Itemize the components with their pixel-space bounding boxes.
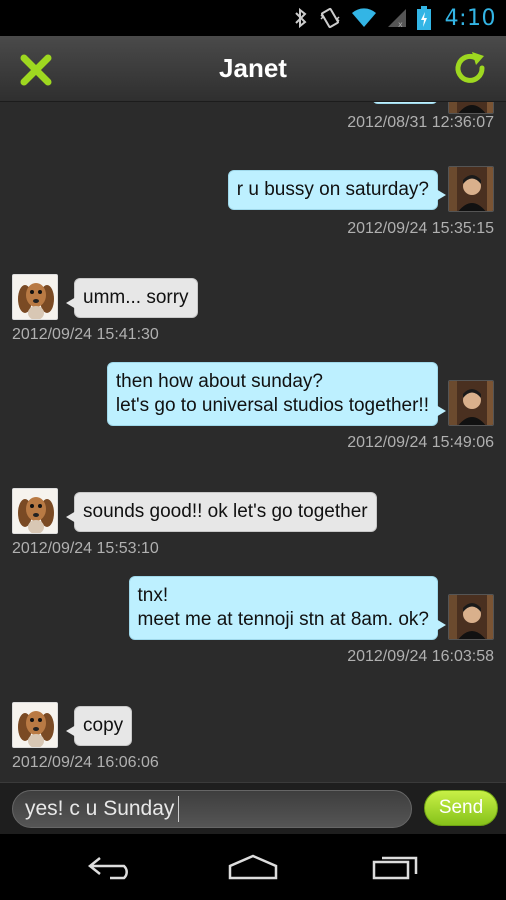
avatar xyxy=(448,380,494,426)
wifi-icon xyxy=(351,6,377,30)
message-timestamp: 2012/09/24 16:03:58 xyxy=(347,648,494,665)
system-nav-bar xyxy=(0,834,506,900)
send-button[interactable]: Send xyxy=(424,790,498,826)
refresh-icon[interactable] xyxy=(452,50,490,88)
text-caret xyxy=(178,796,180,823)
status-time: 4:10 xyxy=(444,5,496,31)
message-timestamp: 2012/08/31 12:36:07 xyxy=(347,114,494,131)
message-text: copy xyxy=(83,715,124,736)
message-list[interactable]: 2012/08/31 12:36:07 r u bussy on saturda… xyxy=(0,102,506,782)
message-bubble-partial[interactable] xyxy=(372,102,438,104)
message-text: tnx! xyxy=(137,585,169,606)
battery-charging-icon xyxy=(416,6,431,30)
bluetooth-icon xyxy=(293,6,309,30)
message-timestamp: 2012/09/24 16:06:06 xyxy=(12,754,159,771)
message-timestamp: 2012/09/24 15:35:15 xyxy=(347,220,494,237)
signal-icon: x xyxy=(387,6,407,30)
conversation-title: Janet xyxy=(219,53,287,83)
message-input-text: yes! c u Sunday xyxy=(25,797,175,820)
message-bubble[interactable]: then how about sunday? let's go to unive… xyxy=(106,362,447,426)
status-bar: x 4:10 xyxy=(0,0,506,36)
message-timestamp: 2012/09/24 15:53:10 xyxy=(12,540,159,557)
avatar xyxy=(448,594,494,640)
message-text: meet me at tennoji stn at 8am. ok? xyxy=(137,609,430,630)
message-text: umm... sorry xyxy=(83,287,189,308)
message-input[interactable]: yes! c u Sunday xyxy=(12,790,412,828)
close-icon[interactable] xyxy=(18,52,54,88)
avatar xyxy=(12,274,58,320)
message-text: then how about sunday? xyxy=(115,371,323,392)
message-bubble[interactable]: umm... sorry xyxy=(66,278,198,318)
message-bubble[interactable]: copy xyxy=(65,706,133,746)
avatar xyxy=(12,488,58,534)
message-composer: yes! c u Sunday Send xyxy=(0,782,506,834)
message-text: sounds good!! ok let's go together xyxy=(83,501,368,522)
message-text: r u bussy on saturday? xyxy=(236,179,429,200)
vibrate-icon xyxy=(319,6,341,30)
avatar xyxy=(448,166,494,212)
message-timestamp: 2012/09/24 15:49:06 xyxy=(347,434,494,451)
avatar xyxy=(12,702,58,748)
message-bubble[interactable]: tnx! meet me at tennoji stn at 8am. ok? xyxy=(128,576,446,640)
avatar xyxy=(448,102,494,114)
message-bubble[interactable]: sounds good!! ok let's go together xyxy=(66,492,377,532)
app-header: Janet xyxy=(0,36,506,102)
home-icon[interactable] xyxy=(223,847,283,887)
recent-apps-icon[interactable] xyxy=(365,847,425,887)
message-timestamp: 2012/09/24 15:41:30 xyxy=(12,326,159,343)
message-bubble[interactable]: r u bussy on saturday? xyxy=(227,170,447,210)
svg-text:x: x xyxy=(398,20,403,29)
back-icon[interactable] xyxy=(81,847,141,887)
message-text: let's go to universal studios together!! xyxy=(115,395,429,416)
